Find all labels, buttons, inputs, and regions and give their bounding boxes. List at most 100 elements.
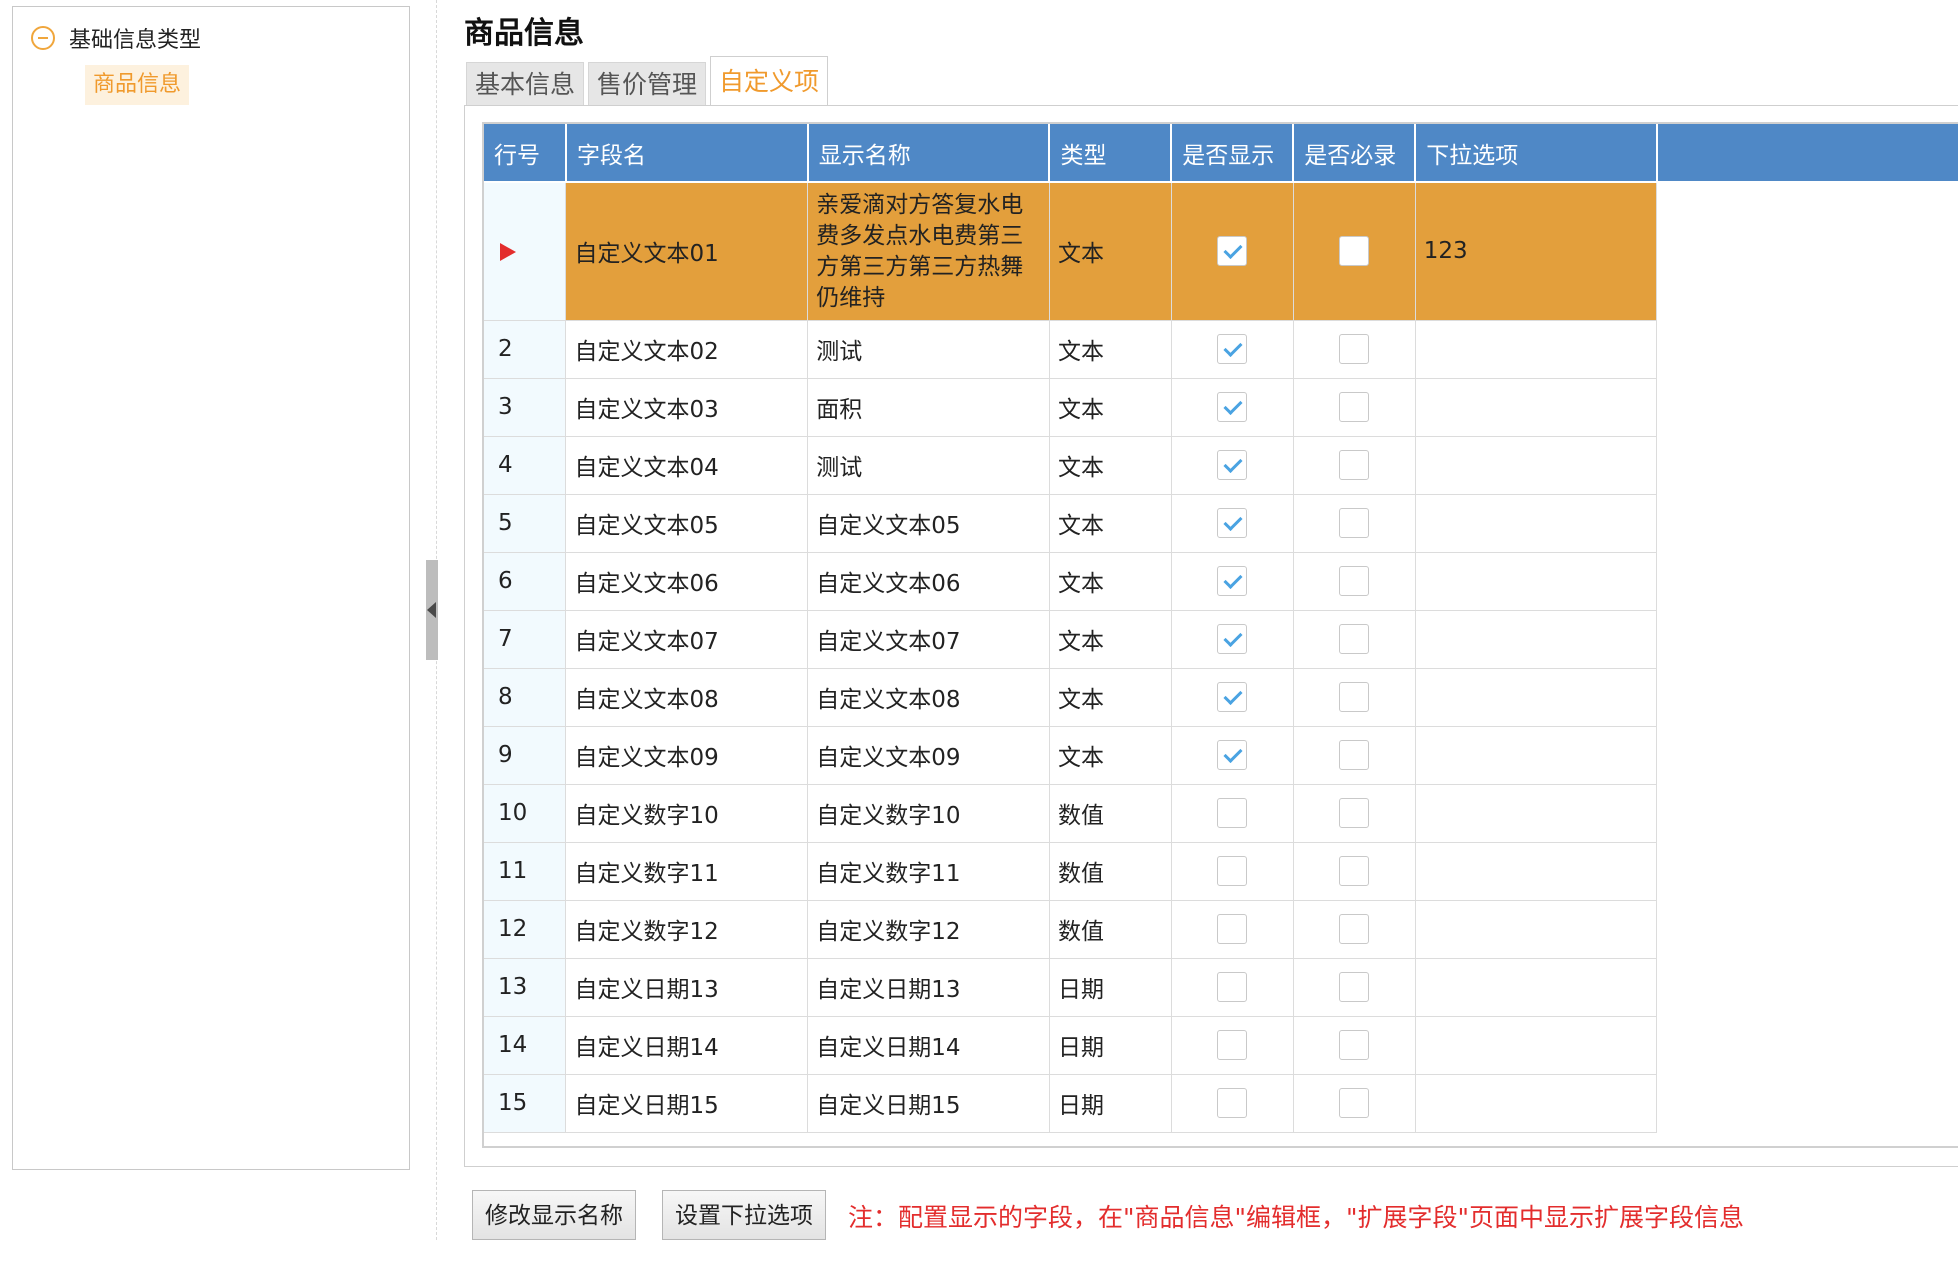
display-name-cell[interactable]: 自定义日期14: [807, 1016, 1050, 1075]
is-required-checkbox[interactable]: [1339, 624, 1370, 654]
table-row[interactable]: 3 自定义文本03 面积 文本: [484, 378, 1958, 437]
dropdown-options-cell[interactable]: [1415, 610, 1658, 669]
dropdown-options-cell[interactable]: [1415, 1074, 1658, 1133]
is-required-checkbox[interactable]: [1339, 392, 1370, 422]
field-name-cell[interactable]: 自定义文本01: [565, 182, 809, 321]
dropdown-options-cell[interactable]: [1415, 900, 1658, 959]
col-header-type[interactable]: 类型: [1049, 124, 1173, 183]
is-shown-checkbox[interactable]: [1217, 1088, 1248, 1118]
table-row[interactable]: 8 自定义文本08 自定义文本08 文本: [484, 668, 1958, 727]
dropdown-options-cell[interactable]: [1415, 436, 1658, 495]
table-row[interactable]: 13 自定义日期13 自定义日期13 日期: [484, 958, 1958, 1017]
dropdown-options-cell[interactable]: [1415, 1016, 1658, 1075]
type-cell[interactable]: 文本: [1049, 726, 1172, 785]
is-shown-checkbox[interactable]: [1217, 566, 1248, 596]
table-row[interactable]: 6 自定义文本06 自定义文本06 文本: [484, 552, 1958, 611]
is-shown-checkbox[interactable]: [1217, 740, 1248, 770]
field-name-cell[interactable]: 自定义文本09: [565, 726, 809, 785]
is-required-checkbox[interactable]: [1339, 1030, 1370, 1060]
tree-node-basic-info-types[interactable]: 基础信息类型: [31, 21, 201, 55]
table-row[interactable]: 10 自定义数字10 自定义数字10 数值: [484, 784, 1958, 843]
set-dropdown-options-button[interactable]: 设置下拉选项: [662, 1190, 826, 1240]
is-required-checkbox[interactable]: [1339, 1088, 1370, 1118]
field-name-cell[interactable]: 自定义文本02: [565, 320, 809, 379]
field-name-cell[interactable]: 自定义文本08: [565, 668, 809, 727]
display-name-cell[interactable]: 自定义文本09: [807, 726, 1050, 785]
table-row[interactable]: 15 自定义日期15 自定义日期15 日期: [484, 1074, 1958, 1133]
col-header-field-name[interactable]: 字段名: [565, 124, 809, 183]
is-required-checkbox[interactable]: [1339, 798, 1370, 828]
field-name-cell[interactable]: 自定义文本04: [565, 436, 809, 495]
dropdown-options-cell[interactable]: [1415, 552, 1658, 611]
type-cell[interactable]: 日期: [1049, 958, 1172, 1017]
col-header-display-name[interactable]: 显示名称: [807, 124, 1051, 183]
display-name-cell[interactable]: 自定义日期13: [807, 958, 1050, 1017]
type-cell[interactable]: 数值: [1049, 842, 1172, 901]
display-name-cell[interactable]: 面积: [807, 378, 1050, 437]
table-row[interactable]: 7 自定义文本07 自定义文本07 文本: [484, 610, 1958, 669]
type-cell[interactable]: 文本: [1049, 610, 1172, 669]
dropdown-options-cell[interactable]: [1415, 494, 1658, 553]
is-required-checkbox[interactable]: [1339, 334, 1370, 364]
display-name-cell[interactable]: 自定义文本08: [807, 668, 1050, 727]
dropdown-options-cell[interactable]: [1415, 726, 1658, 785]
col-header-is-required[interactable]: 是否必录: [1293, 124, 1417, 183]
is-shown-checkbox[interactable]: [1217, 508, 1248, 538]
dropdown-options-cell[interactable]: [1415, 784, 1658, 843]
collapse-minus-icon[interactable]: [31, 26, 55, 50]
col-header-is-shown[interactable]: 是否显示: [1171, 124, 1295, 183]
display-name-cell[interactable]: 亲爱滴对方答复水电费多发点水电费第三方第三方第三方热舞仍维持: [807, 182, 1050, 321]
table-row[interactable]: 自定义文本01 亲爱滴对方答复水电费多发点水电费第三方第三方第三方热舞仍维持 文本 1…: [484, 182, 1958, 321]
is-shown-checkbox[interactable]: [1217, 334, 1248, 364]
is-shown-checkbox[interactable]: [1217, 856, 1248, 886]
is-required-checkbox[interactable]: [1339, 566, 1370, 596]
table-row[interactable]: 4 自定义文本04 测试 文本: [484, 436, 1958, 495]
field-name-cell[interactable]: 自定义文本06: [565, 552, 809, 611]
is-required-checkbox[interactable]: [1339, 972, 1370, 1002]
type-cell[interactable]: 文本: [1049, 494, 1172, 553]
field-name-cell[interactable]: 自定义数字12: [565, 900, 809, 959]
table-row[interactable]: 2 自定义文本02 测试 文本: [484, 320, 1958, 379]
dropdown-options-cell[interactable]: [1415, 320, 1658, 379]
dropdown-options-cell[interactable]: [1415, 668, 1658, 727]
col-header-dropdown-options[interactable]: 下拉选项: [1415, 124, 1658, 183]
table-row[interactable]: 5 自定义文本05 自定义文本05 文本: [484, 494, 1958, 553]
is-shown-checkbox[interactable]: [1217, 624, 1248, 654]
type-cell[interactable]: 文本: [1049, 378, 1172, 437]
field-name-cell[interactable]: 自定义日期15: [565, 1074, 809, 1133]
type-cell[interactable]: 文本: [1049, 182, 1172, 321]
type-cell[interactable]: 日期: [1049, 1016, 1172, 1075]
field-name-cell[interactable]: 自定义数字10: [565, 784, 809, 843]
type-cell[interactable]: 数值: [1049, 900, 1172, 959]
dropdown-options-cell[interactable]: [1415, 842, 1658, 901]
is-shown-checkbox[interactable]: [1217, 236, 1248, 267]
is-shown-checkbox[interactable]: [1217, 914, 1248, 944]
table-row[interactable]: 14 自定义日期14 自定义日期14 日期: [484, 1016, 1958, 1075]
table-row[interactable]: 11 自定义数字11 自定义数字11 数值: [484, 842, 1958, 901]
dropdown-options-cell[interactable]: [1415, 378, 1658, 437]
is-shown-checkbox[interactable]: [1217, 450, 1248, 480]
is-required-checkbox[interactable]: [1339, 508, 1370, 538]
is-required-checkbox[interactable]: [1339, 856, 1370, 886]
display-name-cell[interactable]: 自定义文本06: [807, 552, 1050, 611]
type-cell[interactable]: 文本: [1049, 668, 1172, 727]
field-name-cell[interactable]: 自定义数字11: [565, 842, 809, 901]
type-cell[interactable]: 数值: [1049, 784, 1172, 843]
type-cell[interactable]: 文本: [1049, 436, 1172, 495]
field-name-cell[interactable]: 自定义文本03: [565, 378, 809, 437]
display-name-cell[interactable]: 自定义文本05: [807, 494, 1050, 553]
display-name-cell[interactable]: 自定义数字12: [807, 900, 1050, 959]
col-header-row-number[interactable]: 行号: [484, 124, 567, 183]
table-row[interactable]: 9 自定义文本09 自定义文本09 文本: [484, 726, 1958, 785]
display-name-cell[interactable]: 自定义日期15: [807, 1074, 1050, 1133]
is-shown-checkbox[interactable]: [1217, 972, 1248, 1002]
display-name-cell[interactable]: 自定义数字11: [807, 842, 1050, 901]
collapse-panel-handle[interactable]: [426, 560, 438, 660]
is-shown-checkbox[interactable]: [1217, 798, 1248, 828]
field-name-cell[interactable]: 自定义文本05: [565, 494, 809, 553]
tab-custom-items[interactable]: 自定义项: [710, 56, 829, 106]
edit-display-name-button[interactable]: 修改显示名称: [472, 1190, 636, 1240]
is-required-checkbox[interactable]: [1339, 740, 1370, 770]
tab-price-management[interactable]: 售价管理: [588, 62, 707, 106]
is-required-checkbox[interactable]: [1339, 682, 1370, 712]
